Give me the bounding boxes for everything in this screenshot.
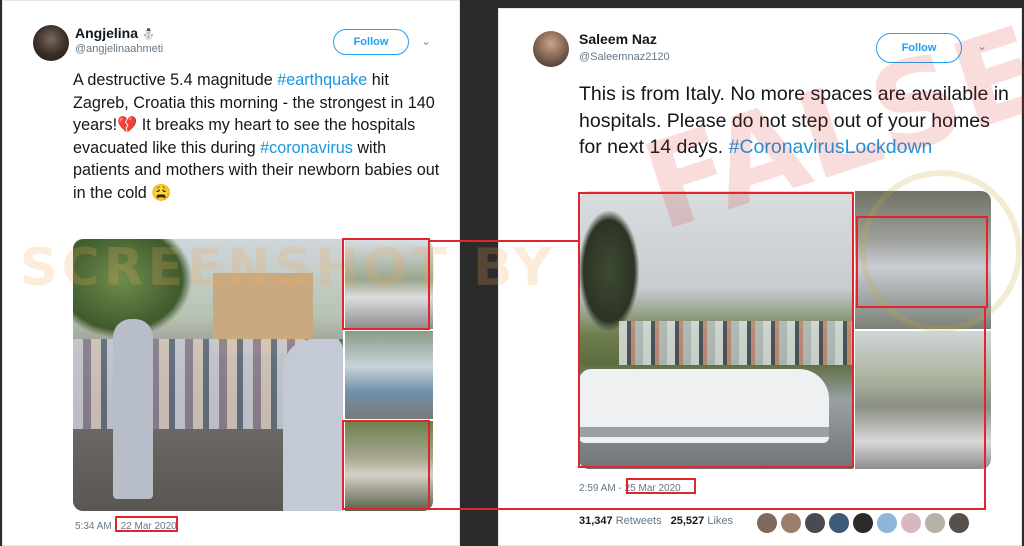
liker-avatar[interactable] [853,513,873,533]
left-photo-middle-right[interactable] [345,331,433,419]
weary-face-emoji: 😩 [151,183,172,202]
right-photo-bottom-right[interactable] [855,331,991,469]
hashtag-earthquake[interactable]: #earthquake [277,71,367,89]
left-author-name[interactable]: Angjelina ⛄ [75,25,156,41]
left-author-name-text: Angjelina [75,25,139,41]
liker-avatar[interactable] [781,513,801,533]
chevron-down-icon[interactable]: ⌄ [421,34,431,48]
retweets-label[interactable]: Retweets [616,515,662,527]
liker-avatar[interactable] [877,513,897,533]
snowman-emoji: ⛄ [141,29,156,41]
left-author-handle[interactable]: @angjelinaahmeti [75,43,163,55]
highlight-left-date [115,516,178,532]
liker-avatar[interactable] [829,513,849,533]
retweets-count[interactable]: 31,347 [579,515,613,527]
liker-avatar[interactable] [805,513,825,533]
highlight-left-bottom-photo [342,420,430,510]
hashtag-coronavirus[interactable]: #coronavirus [260,139,353,157]
liker-avatar[interactable] [757,513,777,533]
engagement-stats: 31,347 Retweets 25,527 Likes [579,515,733,527]
connector-line-bottom-v [984,308,986,510]
highlight-right-date [626,478,696,494]
likes-label[interactable]: Likes [707,515,733,527]
right-author-handle[interactable]: @Saleemnaz2120 [579,51,670,63]
right-author-avatar[interactable] [533,31,569,67]
blanket-shape [283,339,343,511]
connector-line-top [430,240,578,242]
connector-line-bottom-h [430,508,986,510]
left-author-avatar[interactable] [33,25,69,61]
liker-avatar[interactable] [949,513,969,533]
right-author-name[interactable]: Saleem Naz [579,31,657,47]
person-in-gown-shape [113,319,153,499]
liker-avatar[interactable] [901,513,921,533]
left-follow-button[interactable]: Follow [333,29,409,55]
highlight-right-main-photo [578,192,854,468]
liker-avatar[interactable] [925,513,945,533]
likes-count[interactable]: 25,527 [671,515,705,527]
liker-avatars [757,513,969,533]
screenshot-watermark: SCREENSHOT BY [20,238,556,298]
broken-heart-emoji: 💔 [117,116,138,134]
highlight-left-top-photo [342,238,430,330]
left-tweet-text: A destructive 5.4 magnitude #earthquake … [73,71,440,202]
highlight-right-top-photo [856,216,988,308]
